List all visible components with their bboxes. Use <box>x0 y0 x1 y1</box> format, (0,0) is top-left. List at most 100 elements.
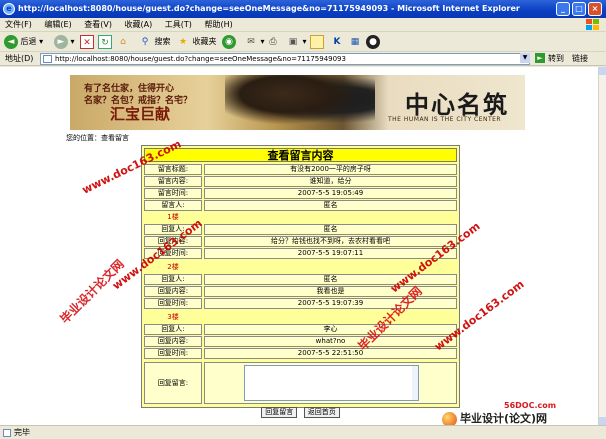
address-label: 地址(D) <box>5 54 34 63</box>
maximize-button[interactable]: □ <box>572 2 586 16</box>
reply-floor-row: 3楼 <box>144 312 457 323</box>
reply-row: 回复内容: 给分？给钱也找不到呀，去农村看看吧 <box>144 236 457 247</box>
status-text: 完毕 <box>14 428 30 437</box>
watermark-logo-site: 56DOC.com <box>504 401 557 410</box>
reply-textarea[interactable] <box>244 365 419 401</box>
links-button[interactable]: 链接 <box>572 52 588 66</box>
refresh-button[interactable]: ↻ <box>98 34 112 50</box>
address-dropdown-icon[interactable]: ▼ <box>520 53 530 63</box>
address-url: http://localhost:8080/house/guest.do?cha… <box>55 55 346 63</box>
message-row: 留言人: 匿名 <box>144 200 457 211</box>
reply-person-label: 回复人: <box>144 324 202 335</box>
back-arrow-icon: ◄ <box>4 34 18 49</box>
edit-button[interactable]: ▣ ▾ <box>286 34 307 50</box>
reply-person: 李心 <box>204 324 457 335</box>
windows-logo-icon <box>586 19 600 31</box>
message-heading: 查看留言内容 <box>144 148 457 162</box>
search-button[interactable]: ⚲ 搜索 <box>138 34 171 50</box>
forward-button[interactable]: ► ▾ <box>54 34 75 50</box>
scroll-up-icon[interactable] <box>599 67 606 75</box>
favorites-label: 收藏夹 <box>192 37 217 46</box>
reply-content-label: 回复内容: <box>144 336 202 347</box>
menu-view[interactable]: 查看(V) <box>79 18 117 32</box>
mail-dropdown-icon: ▾ <box>260 37 265 46</box>
mail-icon: ✉ <box>247 36 255 47</box>
back-label: 后退 <box>20 37 37 46</box>
media-button[interactable]: ◉ <box>222 34 236 50</box>
menu-help[interactable]: 帮助(H) <box>199 18 237 32</box>
qq-button[interactable]: ● <box>366 34 380 50</box>
banner-tagline: THE HUMAN IS THE CITY CENTER <box>388 116 502 123</box>
close-button[interactable]: × <box>588 2 602 16</box>
banner-brand-left: 汇宝巨献 <box>110 105 171 123</box>
reply-button[interactable]: 回复留言 <box>261 407 298 418</box>
reply-content: 给分？给钱也找不到呀，去农村看看吧 <box>204 236 457 247</box>
menu-favorites[interactable]: 收藏(A) <box>120 18 158 32</box>
edit-dropdown-icon: ▾ <box>302 37 307 46</box>
banner-brand-right: 中心名筑 <box>405 90 509 119</box>
banner-slogan-line1: 有了名仕家，住得开心 <box>84 84 175 94</box>
research-button[interactable]: ▦ <box>348 34 362 50</box>
window-titlebar[interactable]: e http://localhost:8080/house/guest.do?c… <box>0 0 606 18</box>
go-button[interactable]: 转到 <box>548 52 564 66</box>
menu-tools[interactable]: 工具(T) <box>160 18 197 32</box>
edit-icon: ▣ <box>288 36 298 47</box>
home-button[interactable]: ⌂ <box>116 34 130 50</box>
time-label: 留言时间: <box>144 188 202 199</box>
mail-button[interactable]: ✉ ▾ <box>244 34 265 50</box>
home-page-button[interactable]: 返回首页 <box>303 407 340 418</box>
breadcrumb: 您的位置：查看留言 <box>66 134 129 142</box>
stop-button[interactable]: ✕ <box>80 34 94 50</box>
reply-floor: 3楼 <box>167 313 179 321</box>
messenger-button[interactable]: K <box>330 34 344 50</box>
reply-person: 匿名 <box>204 224 457 235</box>
content-label: 留言内容: <box>144 176 202 187</box>
back-dropdown-icon: ▾ <box>39 37 44 46</box>
address-input[interactable]: http://localhost:8080/house/guest.do?cha… <box>40 53 530 65</box>
back-button[interactable]: ◄ 后退 ▾ <box>4 34 43 50</box>
page-icon <box>43 55 52 63</box>
discuss-button[interactable] <box>310 34 324 50</box>
stop-icon: ✕ <box>80 34 94 49</box>
title-value: 有没有2000一平的房子呀 <box>204 164 457 175</box>
watermark-logo-text: 毕业设计(论文)网 <box>460 412 548 425</box>
messenger-icon: K <box>333 36 341 47</box>
print-icon: ⎙ <box>269 36 277 47</box>
textarea-scrollbar[interactable] <box>412 366 418 400</box>
author-label: 留言人: <box>144 200 202 211</box>
menu-file[interactable]: 文件(F) <box>0 18 37 32</box>
status-page-icon <box>3 429 11 437</box>
reply-row: 回复时间: 2007-5-5 19:07:11 <box>144 248 457 259</box>
qq-penguin-icon: ● <box>366 34 380 49</box>
print-button[interactable]: ⎙ <box>266 34 280 50</box>
title-label: 留言标题: <box>144 164 202 175</box>
research-icon: ▦ <box>350 36 360 47</box>
reply-row: 回复时间: 2007-5-5 22:51:50 <box>144 348 457 359</box>
time-value: 2007-5-5 19:05:49 <box>204 188 457 199</box>
favorites-button[interactable]: ★ 收藏夹 <box>176 34 217 50</box>
reply-form <box>204 362 457 404</box>
reply-time: 2007-5-5 19:07:11 <box>204 248 457 259</box>
refresh-icon: ↻ <box>98 34 112 49</box>
reply-row: 回复内容: what?no <box>144 336 457 347</box>
menu-bar: 文件(F) 编辑(E) 查看(V) 收藏(A) 工具(T) 帮助(H) <box>0 18 606 32</box>
author-value: 匿名 <box>204 200 457 211</box>
page-content: 有了名仕家，住得开心 名家？名包？戒指？名宅？ 汇宝巨献 中心名筑 THE HU… <box>0 67 598 425</box>
minimize-button[interactable]: _ <box>556 2 570 16</box>
form-buttons: 回复留言 返回首页 <box>144 406 457 420</box>
menu-edit[interactable]: 编辑(E) <box>39 18 76 32</box>
status-bar: 完毕 <box>0 425 606 439</box>
reply-row: 回复人: 李心 <box>144 324 457 335</box>
reply-time-label: 回复时间: <box>144 348 202 359</box>
content-value: 谁知道，给分 <box>204 176 457 187</box>
star-icon: ★ <box>178 36 188 47</box>
scroll-down-icon[interactable] <box>599 417 606 425</box>
media-icon: ◉ <box>222 34 236 49</box>
address-bar: 地址(D) http://localhost:8080/house/guest.… <box>0 52 606 66</box>
ie-icon: e <box>3 3 15 15</box>
vertical-scrollbar[interactable] <box>598 67 606 425</box>
window-title: http://localhost:8080/house/guest.do?cha… <box>18 4 520 13</box>
home-icon: ⌂ <box>120 36 126 47</box>
go-arrow-icon[interactable]: ► <box>535 53 545 63</box>
watermark-logo: 56DOC.com 毕业设计(论文)网 <box>442 401 556 427</box>
